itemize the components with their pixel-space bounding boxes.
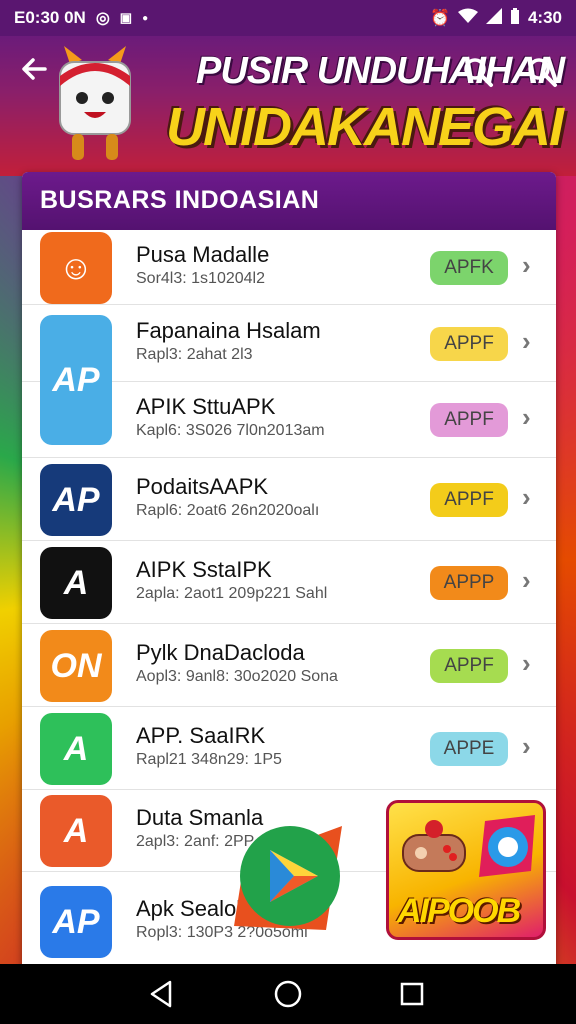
app-name: Pusa Madalle [136,242,270,267]
app-name: AIPK SstaIPK [136,557,272,582]
app-meta: Rapl21 348n29: 1P5 [136,751,282,768]
app-name: Fapanaina Hsalam [136,318,321,343]
apk-badge-button[interactable]: APPE [430,732,508,766]
app-name: PodaitsAAPK [136,474,269,499]
app-name: APIK SttuAPK [136,394,276,419]
app-icon[interactable]: AP [40,464,112,536]
back-arrow-icon [22,58,47,80]
app-icon[interactable]: AP [40,886,112,958]
apk-badge-button[interactable]: APPP [430,566,508,600]
list-item[interactable]: AP PodaitsAAPK Rapl6: 2oat6 26n2020oalı APP… [22,458,556,541]
app-icon[interactable]: A [40,713,112,785]
search-icon [528,58,557,87]
nav-back-icon [150,980,172,1008]
app-icon[interactable]: A [40,547,112,619]
search-icon [464,58,493,87]
app-icon[interactable]: ON [40,630,112,702]
app-icon[interactable]: A [40,795,112,867]
apk-badge-button[interactable]: APPF [430,403,508,437]
play-store-button[interactable] [234,822,346,934]
app-meta: Sor4l3: 1s10204l2 [136,270,265,287]
chevron-right-icon: › [522,250,531,280]
apk-badge-button[interactable]: APPF [430,483,508,517]
list-item[interactable]: ON Pylk DnaDacloda Aopl3: 9anl8: 30o2020 S… [22,624,556,707]
header-title-line2: UNIDAKANEGAI [166,97,564,157]
status-time: 4:30 [527,8,562,27]
app-icon[interactable]: ☺ [40,232,112,304]
app-name: Pylk DnaDacloda [136,640,305,665]
status-left-text: E0:30 0N [14,8,86,27]
search-button[interactable] [462,56,494,88]
sim-icon: ▣ [119,10,133,25]
sync-icon: ◎ [95,10,110,27]
app-name: Apk Sealol [136,896,242,921]
apk-badge-button[interactable]: APFK [430,251,508,285]
app-header: PUSIR UNDUHAIHAN UNIDAKANEGAI [0,36,576,176]
controller-badge-icon [479,815,535,877]
list-item[interactable]: ☺ Pusa Madalle Sor4l3: 1s10204l2 APFK › [22,230,556,305]
alarm-icon: ⏰ [430,10,450,27]
apk-badge-button[interactable]: APPF [430,649,508,683]
promo-banner[interactable]: AIPOOB [386,800,546,940]
chevron-right-icon: › [522,402,531,432]
nav-back-button[interactable] [146,978,178,1010]
system-nav-bar [0,964,576,1024]
play-store-icon [234,826,342,930]
app-name: APP. SaaIRK [136,723,266,748]
list-item[interactable]: AP Fapanaina Hsalam Rapl3: 2ahat 2l3 APPF › [22,305,556,445]
chevron-right-icon: › [522,565,531,595]
dot-icon: ● [142,12,149,24]
mascot-logo [50,46,140,166]
app-meta: 2apla: 2aot1 209p221 Sahl [136,585,328,602]
nav-home-icon [274,980,302,1008]
wifi-icon [457,8,478,29]
search-button-2[interactable] [526,56,558,88]
header-title-line1: PUSIR UNDUHAIHAN [196,50,565,92]
app-meta: Rapl6: 2oat6 26n2020oalı [136,502,320,519]
nav-home-button[interactable] [272,978,304,1010]
panel-title: BUSRARS INDOASIAN [22,172,556,230]
chevron-right-icon: › [522,648,531,678]
gamepad-icon [402,820,466,872]
app-meta: Rapl3: 2ahat 2l3 [136,346,253,363]
app-meta: Aopl3: 9anl8: 30o2020 Sona [136,668,338,685]
back-button[interactable] [16,54,52,90]
list-item[interactable]: APIK SttuAPK Kapl6: 3S026 7l0n2013am APPF › [22,382,556,458]
nav-recents-icon [400,982,424,1006]
battery-icon [510,7,520,29]
status-bar: E0:30 0N ◎ ▣ ● ⏰ 4:30 [0,0,576,36]
nav-recents-button[interactable] [396,978,428,1010]
chevron-right-icon: › [522,731,531,761]
list-item[interactable]: A AIPK SstaIPK 2apla: 2aot1 209p221 Sahl AP… [22,541,556,624]
signal-icon [485,7,502,29]
list-item[interactable]: A APP. SaaIRK Rapl21 348n29: 1P5 APPE › [22,707,556,790]
app-meta: Kapl6: 3S026 7l0n2013am [136,422,325,439]
apk-badge-button[interactable]: APPF [430,327,508,361]
chevron-right-icon: › [522,482,531,512]
promo-label: AIPOOB [397,892,521,930]
chevron-right-icon: › [522,326,531,356]
